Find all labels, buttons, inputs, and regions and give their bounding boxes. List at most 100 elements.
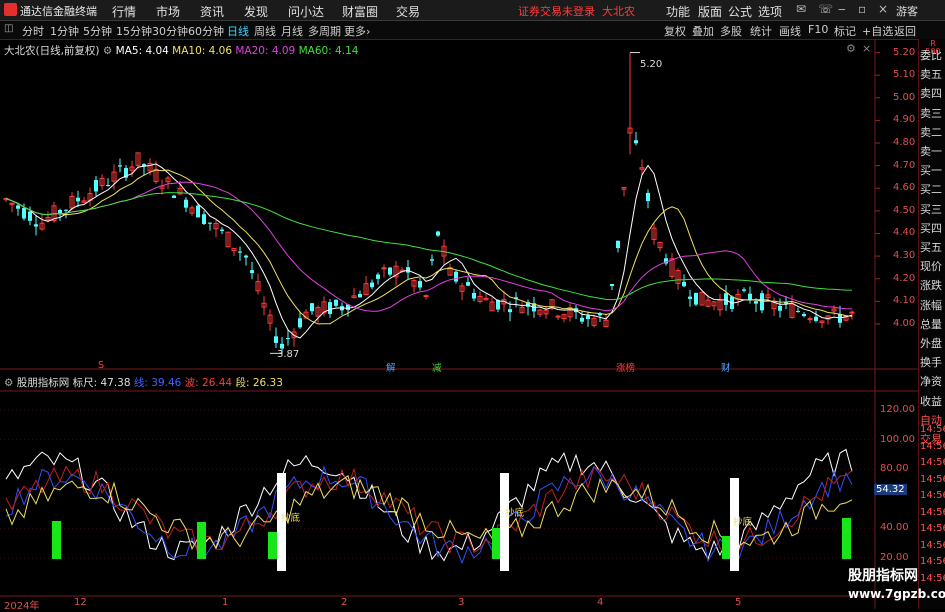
period-more[interactable]: 更多› [344, 23, 370, 39]
signal-jian: 减 [432, 363, 442, 374]
tool-diejia[interactable]: 叠加 [692, 23, 714, 39]
candle-body [724, 293, 728, 305]
period-daily[interactable]: 日线 [227, 23, 249, 39]
app-title: 通达信金融终端 [20, 5, 97, 18]
menu-shichang[interactable]: 市场 [156, 3, 180, 20]
menu-faxian[interactable]: 发现 [244, 3, 268, 20]
candle-body [280, 343, 284, 349]
signal-s: S [98, 360, 105, 371]
candle-body [838, 314, 842, 323]
tool-back[interactable]: 返回 [894, 23, 916, 39]
sidebar-item-4[interactable]: 卖二 [920, 124, 942, 140]
period-multi[interactable]: 多周期 [308, 23, 341, 39]
sidebar-item-12[interactable]: 涨跌 [920, 277, 942, 293]
candle-body [172, 195, 176, 198]
candle-body [64, 209, 68, 211]
sidebar-item-2[interactable]: 卖四 [920, 85, 942, 101]
menu-hangqing[interactable]: 行情 [112, 3, 136, 20]
tool-f10[interactable]: F10 [808, 23, 828, 36]
sidebar-item-5[interactable]: 卖一 [920, 143, 942, 159]
sidebar-item-18[interactable]: 收益 [920, 393, 942, 409]
menu-options[interactable]: 选项 [758, 3, 782, 20]
period-fenshi[interactable]: 分时 [22, 23, 44, 39]
candle-body [807, 318, 813, 321]
sidebar-item-16[interactable]: 换手 [920, 354, 942, 370]
sidebar-item-9[interactable]: 买四 [920, 220, 942, 236]
tool-add-watchlist[interactable]: +自选 [862, 23, 893, 39]
toolbar-grip-icon[interactable]: ◫ [4, 23, 13, 34]
period-30min[interactable]: 30分钟 [152, 23, 188, 39]
period-1min[interactable]: 1分钟 [50, 23, 79, 39]
price-tick: 4.60 [893, 182, 916, 194]
indicator-current-value: 54.32 [874, 484, 907, 495]
sidebar-time-3: 14:56 [920, 473, 945, 485]
login-notice[interactable]: 证券交易未登录 大北农 [518, 3, 635, 19]
menu-wenxiaoda[interactable]: 问小达 [288, 3, 324, 20]
candle-body [466, 282, 470, 286]
date-label-12: 12 [74, 597, 87, 608]
user-label[interactable]: 游客 [896, 3, 918, 19]
period-weekly[interactable]: 周线 [254, 23, 276, 39]
candle-body [376, 274, 380, 279]
menu-function[interactable]: 功能 [666, 3, 690, 20]
menu-formula[interactable]: 公式 [728, 3, 752, 20]
sidebar-item-14[interactable]: 总量 [920, 316, 942, 332]
tool-tongji[interactable]: 统计 [750, 23, 772, 39]
ma60-line [5, 192, 853, 301]
phone-icon[interactable]: ☏ [818, 2, 833, 16]
date-label-year: 2024年 [4, 601, 40, 612]
period-5min[interactable]: 5分钟 [83, 23, 112, 39]
menu-layout[interactable]: 版面 [698, 3, 722, 20]
candle-body [742, 289, 746, 291]
candle-body [274, 336, 278, 343]
price-tick: 4.50 [893, 204, 916, 216]
sidebar-item-7[interactable]: 买二 [920, 181, 942, 197]
candle-body [184, 199, 188, 208]
period-15min[interactable]: 15分钟 [116, 23, 152, 39]
minimize-icon[interactable]: ‒ [838, 2, 846, 16]
sidebar-item-0[interactable]: 委比 [920, 47, 942, 63]
sidebar-time-5: 14:56 [920, 506, 945, 518]
candle-body [94, 180, 98, 192]
tool-biaoji[interactable]: 标记 [834, 23, 856, 39]
tool-fuquan[interactable]: 复权 [664, 23, 686, 39]
sidebar-item-17[interactable]: 净资 [920, 373, 942, 389]
indicator-tick: 20.00 [880, 551, 909, 563]
sidebar-item-15[interactable]: 外盘 [920, 335, 942, 351]
candle-body [328, 302, 332, 314]
sidebar-item-1[interactable]: 卖五 [920, 66, 942, 82]
period-monthly[interactable]: 月线 [281, 23, 303, 39]
tool-duogu[interactable]: 多股 [720, 23, 742, 39]
menu-jiaoyi[interactable]: 交易 [396, 3, 420, 20]
price-tick: 4.40 [893, 227, 916, 239]
menu-zixun[interactable]: 资讯 [200, 3, 224, 20]
date-label-2: 2 [341, 597, 348, 608]
date-label-4: 4 [597, 597, 604, 608]
mail-icon[interactable]: ✉ [796, 2, 806, 16]
candle-body [286, 338, 290, 340]
sidebar-time-8: 14:56 [920, 556, 945, 567]
restore-icon[interactable]: ▫ [858, 2, 866, 16]
sidebar-item-11[interactable]: 现价 [920, 258, 942, 274]
candle-body [430, 259, 434, 261]
candle-body [34, 224, 38, 227]
sidebar-item-13[interactable]: 涨幅 [920, 297, 942, 313]
tool-huaxian[interactable]: 画线 [779, 23, 801, 39]
sidebar-item-8[interactable]: 买三 [920, 201, 942, 217]
candle-body [238, 251, 242, 253]
candle-body [688, 296, 692, 299]
candle-body [646, 192, 650, 202]
period-60min[interactable]: 60分钟 [188, 23, 224, 39]
date-label-3: 3 [458, 597, 465, 608]
candle-body [208, 222, 212, 224]
watermark-title: 股朋指标网 [848, 568, 918, 584]
sidebar-item-10[interactable]: 买五 [920, 239, 942, 255]
candle-body [436, 231, 440, 236]
close-icon[interactable]: × [878, 2, 888, 16]
candle-body [28, 211, 32, 221]
sidebar-item-6[interactable]: 买一 [920, 162, 942, 178]
candle-body [298, 318, 302, 328]
menu-caifuquan[interactable]: 财富圈 [342, 3, 378, 20]
chart-canvas[interactable] [0, 39, 918, 609]
sidebar-item-3[interactable]: 卖三 [920, 105, 942, 121]
